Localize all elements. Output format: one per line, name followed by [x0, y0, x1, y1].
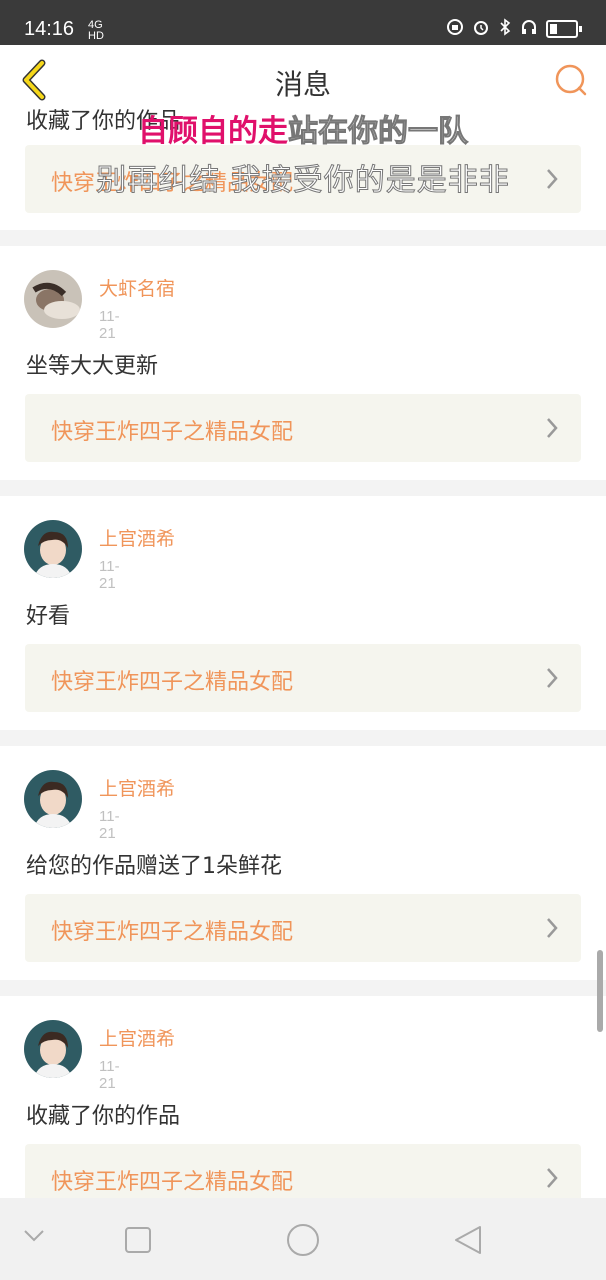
user-info[interactable]: 上官酒希 11-21 — [24, 520, 175, 592]
message-date: 11-21 — [99, 308, 120, 342]
chevron-right-icon — [547, 668, 558, 688]
status-icons — [446, 18, 582, 40]
alarm-icon — [472, 18, 490, 40]
work-title: 快穿王炸四子之精品女配 — [51, 171, 294, 196]
work-link[interactable]: 快穿王炸四子之精品女配 — [25, 145, 581, 213]
status-bar: 14:16 4G HD — [0, 0, 606, 45]
work-link[interactable]: 快穿王炸四子之精品女配 — [25, 894, 581, 962]
message-card: 收藏了你的作品 快穿王炸四子之精品女配 — [0, 109, 606, 230]
avatar[interactable] — [24, 1020, 82, 1078]
message-text: 给您的作品赠送了1朵鲜花 — [26, 854, 282, 879]
chevron-right-icon — [547, 418, 558, 438]
circle-icon[interactable] — [286, 1223, 320, 1257]
username[interactable]: 上官酒希 — [99, 524, 175, 551]
avatar[interactable] — [24, 520, 82, 578]
square-icon[interactable] — [124, 1226, 152, 1254]
message-text: 坐等大大更新 — [26, 354, 159, 379]
page-title: 消息 — [274, 68, 331, 101]
chevron-right-icon — [547, 918, 558, 938]
user-info[interactable]: 大虾名宿 11-21 — [24, 270, 175, 342]
work-title: 快穿王炸四子之精品女配 — [51, 920, 294, 945]
message-text: 收藏了你的作品 — [26, 1104, 181, 1129]
username[interactable]: 上官酒希 — [99, 1024, 175, 1051]
bluetooth-icon — [498, 18, 512, 40]
avatar[interactable] — [24, 270, 82, 328]
lock-rotation-icon — [446, 18, 464, 40]
battery-level — [550, 24, 557, 34]
message-date: 11-21 — [99, 558, 120, 592]
chevron-right-icon — [547, 1168, 558, 1188]
search-icon[interactable] — [554, 63, 588, 97]
triangle-back-icon[interactable] — [452, 1224, 484, 1256]
message-card: 上官酒希 11-21 收藏了你的作品 快穿王炸四子之精品女配 — [0, 996, 606, 1230]
work-title: 快穿王炸四子之精品女配 — [51, 1170, 294, 1195]
message-card: 上官酒希 11-21 好看 快穿王炸四子之精品女配 — [0, 496, 606, 730]
network-indicator: 4G HD — [88, 20, 104, 42]
message-text: 收藏了你的作品 — [26, 109, 181, 134]
username[interactable]: 上官酒希 — [99, 774, 175, 801]
user-info[interactable]: 上官酒希 11-21 — [24, 1020, 175, 1092]
status-time: 14:16 — [24, 18, 75, 40]
work-link[interactable]: 快穿王炸四子之精品女配 — [25, 394, 581, 462]
divider — [0, 230, 606, 246]
message-date: 11-21 — [99, 808, 120, 842]
chevron-down-icon[interactable] — [22, 1228, 46, 1244]
work-title: 快穿王炸四子之精品女配 — [51, 670, 294, 695]
work-title: 快穿王炸四子之精品女配 — [51, 420, 294, 445]
hd-label: HD — [88, 30, 104, 42]
divider — [0, 980, 606, 996]
work-link[interactable]: 快穿王炸四子之精品女配 — [25, 644, 581, 712]
user-info[interactable]: 上官酒希 11-21 — [24, 770, 175, 842]
chevron-right-icon — [547, 169, 558, 189]
divider — [0, 480, 606, 496]
message-card: 大虾名宿 11-21 坐等大大更新 快穿王炸四子之精品女配 — [0, 246, 606, 480]
battery-icon — [546, 20, 582, 38]
username[interactable]: 大虾名宿 — [99, 274, 175, 301]
message-list: 收藏了你的作品 快穿王炸四子之精品女配 大虾名宿 11-21 坐等大大更新 快穿… — [0, 109, 606, 1230]
message-text: 好看 — [26, 604, 71, 629]
message-date: 11-21 — [99, 1058, 120, 1092]
message-card: 上官酒希 11-21 给您的作品赠送了1朵鲜花 快穿王炸四子之精品女配 — [0, 746, 606, 980]
scrollbar[interactable] — [597, 950, 603, 1032]
system-nav-bar — [0, 1198, 606, 1280]
avatar[interactable] — [24, 770, 82, 828]
divider — [0, 730, 606, 746]
headphones-icon — [520, 18, 538, 40]
